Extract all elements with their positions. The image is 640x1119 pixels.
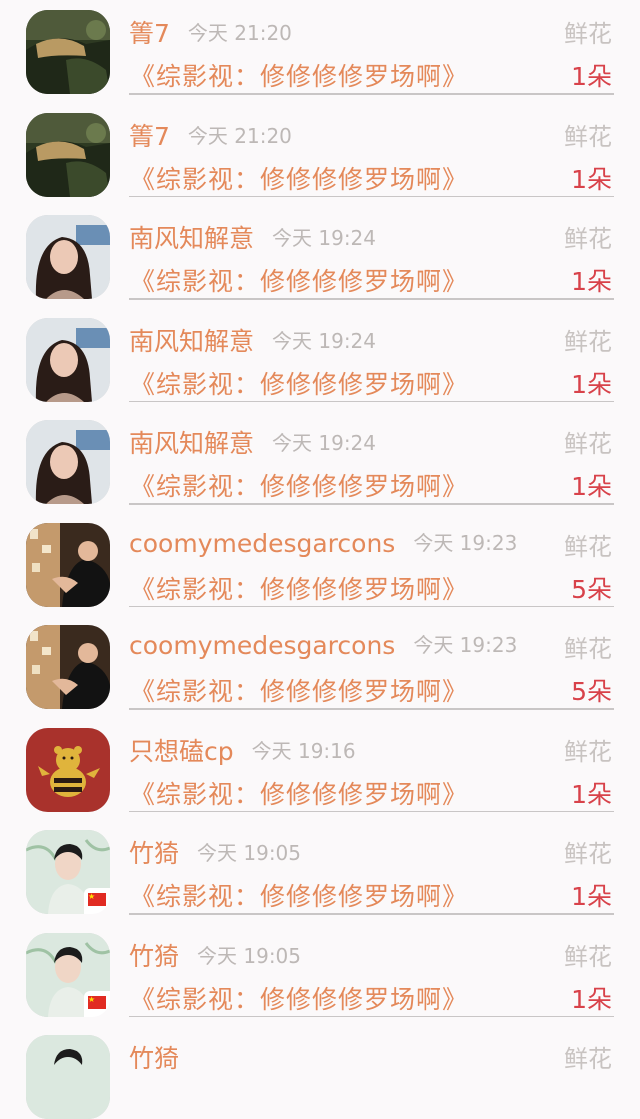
gift-quantity: 1朵	[571, 984, 612, 1014]
girl-avatar[interactable]	[26, 420, 110, 504]
gift-quantity: 1朵	[571, 62, 612, 91]
username[interactable]: 箐7 今天 21:20	[129, 14, 292, 50]
painting-avatar[interactable]	[26, 112, 110, 197]
divider	[129, 1015, 614, 1017]
gift-type: 鲜花	[564, 840, 612, 868]
book-title[interactable]: 《综影视：修修修修罗场啊》	[130, 570, 468, 606]
book-title[interactable]: 《综影视：修修修修罗场啊》	[130, 672, 468, 708]
gift-record-list: 箐7 今天 21:20 鲜花 《综影视：修修修修罗场啊》 1朵 箐7 今天 21:2…	[0, 0, 640, 1119]
gift-quantity: 1朵	[571, 779, 612, 809]
timestamp: 今天 21:20	[187, 21, 292, 45]
gift-quantity: 5朵	[571, 574, 612, 604]
username[interactable]: 南风知解意 今天 19:24	[129, 219, 376, 255]
divider	[129, 93, 614, 95]
book-title[interactable]: 《综影视：修修修修罗场啊》	[130, 775, 468, 811]
timestamp: 今天 21:20	[187, 123, 292, 148]
girl-avatar[interactable]	[26, 215, 110, 299]
username[interactable]: 竹猗	[129, 1039, 179, 1075]
book-title[interactable]: 《综影视：修修修修罗场啊》	[130, 365, 468, 401]
list-item[interactable]: 南风知解意 今天 19:24 鲜花 《综影视：修修修修罗场啊》 1朵	[0, 308, 640, 411]
list-item[interactable]: 只想磕cp 今天 19:16 鲜花 《综影视：修修修修罗场啊》 1朵	[0, 718, 640, 821]
gift-type: 鲜花	[564, 430, 612, 458]
divider	[129, 708, 614, 710]
book-title[interactable]: 《综影视：修修修修罗场啊》	[130, 877, 468, 913]
gift-quantity: 5朵	[571, 677, 612, 706]
username[interactable]: 竹猗 今天 19:05	[129, 937, 301, 973]
timestamp: 今天 19:24	[272, 431, 377, 455]
gift-quantity: 1朵	[571, 267, 612, 296]
gift-type: 鲜花	[564, 942, 612, 971]
list-item[interactable]: 箐7 今天 21:20 鲜花 《综影视：修修修修罗场啊》 1朵	[0, 0, 640, 103]
gift-type: 鲜花	[564, 737, 612, 766]
gift-type: 鲜花	[564, 327, 612, 356]
couple-avatar[interactable]	[26, 625, 110, 709]
list-item[interactable]: coomymedesgarcons 今天 19:23 鲜花 《综影视：修修修修罗场…	[0, 513, 640, 616]
gift-quantity: 1朵	[571, 369, 612, 399]
list-item[interactable]: 箐7 今天 21:20 鲜花 《综影视：修修修修罗场啊》 1朵	[0, 103, 640, 206]
username[interactable]: 箐7 今天 21:20	[129, 117, 292, 153]
gift-type: 鲜花	[564, 122, 612, 151]
username[interactable]: coomymedesgarcons 今天 19:23	[129, 629, 517, 660]
gift-quantity: 1朵	[571, 472, 612, 501]
gift-type: 鲜花	[564, 532, 612, 561]
list-item[interactable]: 竹猗 鲜花	[0, 1025, 640, 1119]
boy-avatar[interactable]	[26, 1035, 110, 1119]
bear-avatar[interactable]	[26, 727, 110, 812]
star-icon: ★	[88, 994, 96, 1004]
star-icon: ★	[88, 892, 96, 901]
username[interactable]: 南风知解意 今天 19:24	[129, 424, 376, 460]
painting-avatar[interactable]	[26, 10, 110, 94]
divider	[129, 913, 614, 915]
list-item[interactable]: 南风知解意 今天 19:24 鲜花 《综影视：修修修修罗场啊》 1朵	[0, 410, 640, 513]
timestamp: 今天 19:23	[413, 530, 518, 555]
divider	[129, 503, 614, 505]
gift-type: 鲜花	[564, 1045, 612, 1073]
gift-type: 鲜花	[564, 20, 612, 48]
divider	[129, 195, 614, 197]
list-item[interactable]: ★ 竹猗 今天 19:05 鲜花 《综影视：修修修修罗场啊》 1朵	[0, 820, 640, 923]
timestamp: 今天 19:24	[272, 328, 377, 353]
timestamp: 今天 19:05	[197, 841, 302, 865]
list-item[interactable]: ★ 竹猗 今天 19:05 鲜花 《综影视：修修修修罗场啊》 1朵	[0, 923, 640, 1026]
username[interactable]: 竹猗 今天 19:05	[129, 834, 301, 870]
book-title[interactable]: 《综影视：修修修修罗场啊》	[130, 57, 468, 93]
username[interactable]: 南风知解意 今天 19:24	[129, 322, 376, 358]
timestamp: 今天 19:23	[413, 633, 518, 657]
girl-avatar[interactable]	[26, 317, 110, 402]
divider	[129, 605, 614, 607]
gift-type: 鲜花	[564, 225, 612, 253]
couple-avatar[interactable]	[26, 522, 110, 607]
username[interactable]: coomymedesgarcons 今天 19:23	[129, 527, 517, 558]
timestamp: 今天 19:24	[272, 226, 377, 250]
gift-type: 鲜花	[564, 635, 612, 663]
gift-quantity: 1朵	[571, 164, 612, 194]
book-title[interactable]: 《综影视：修修修修罗场啊》	[130, 262, 468, 298]
divider	[129, 810, 614, 812]
list-item[interactable]: coomymedesgarcons 今天 19:23 鲜花 《综影视：修修修修罗场…	[0, 615, 640, 718]
list-item[interactable]: 南风知解意 今天 19:24 鲜花 《综影视：修修修修罗场啊》 1朵	[0, 205, 640, 308]
timestamp: 今天 19:16	[251, 738, 356, 763]
divider	[129, 298, 614, 300]
divider	[129, 400, 614, 402]
timestamp: 今天 19:05	[197, 943, 302, 968]
gift-quantity: 1朵	[571, 882, 612, 911]
book-title[interactable]: 《综影视：修修修修罗场啊》	[130, 160, 468, 196]
book-title[interactable]: 《综影视：修修修修罗场啊》	[130, 467, 468, 503]
username[interactable]: 只想磕cp 今天 19:16	[129, 732, 356, 768]
book-title[interactable]: 《综影视：修修修修罗场啊》	[130, 980, 468, 1016]
